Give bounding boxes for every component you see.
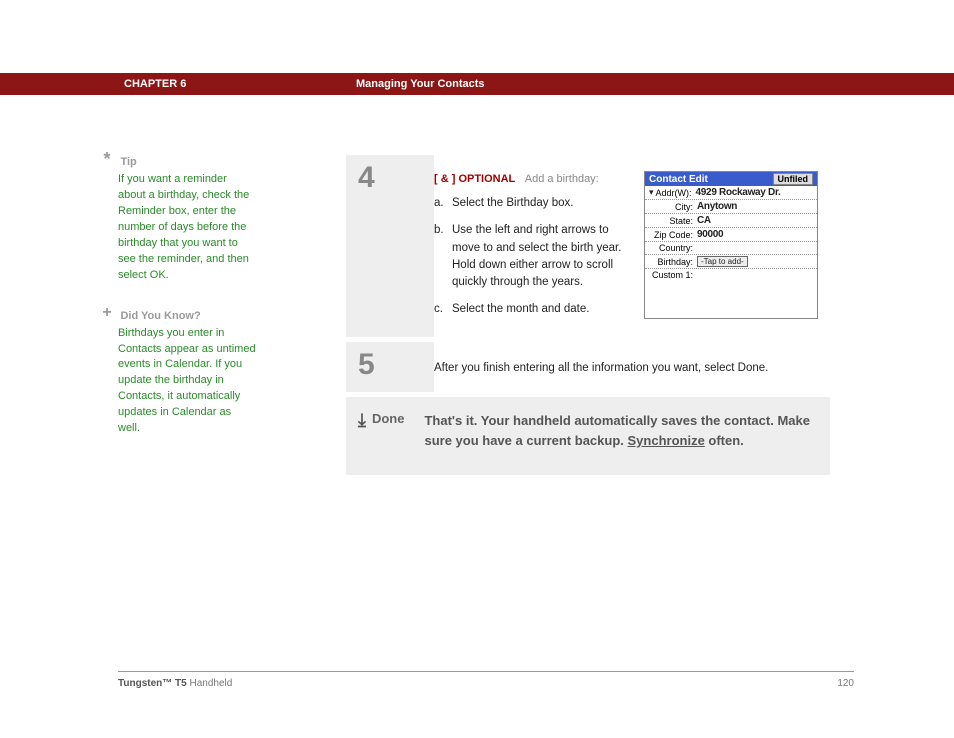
footer-rule xyxy=(118,671,854,672)
chapter-title: Managing Your Contacts xyxy=(356,78,485,90)
addr-label: Addr(W): xyxy=(656,188,696,198)
addr-value[interactable]: 4929 Rockaway Dr. xyxy=(696,187,781,198)
city-label: City: xyxy=(645,202,697,212)
page-number: 120 xyxy=(837,678,854,689)
country-row[interactable]: Country: xyxy=(645,242,817,255)
birthday-tap-to-add[interactable]: -Tap to add- xyxy=(697,256,748,267)
city-row[interactable]: City: Anytown xyxy=(645,200,817,214)
custom1-row[interactable]: Custom 1: xyxy=(645,269,817,281)
state-label: State: xyxy=(645,216,697,226)
chapter-label: CHAPTER 6 xyxy=(124,78,356,90)
substep-c: c.Select the month and date. xyxy=(434,301,630,318)
tip-heading: Tip xyxy=(120,156,136,168)
country-label: Country: xyxy=(645,243,697,253)
state-row[interactable]: State: CA xyxy=(645,214,817,228)
footer: Tungsten™ T5 Handheld 120 xyxy=(118,678,854,689)
step-4: 4 [ & ] OPTIONAL Add a birthday: a.Selec… xyxy=(346,155,830,337)
done-text: That's it. Your handheld automatically s… xyxy=(424,411,818,451)
footer-product: Tungsten™ T5 Handheld xyxy=(118,678,232,689)
did-you-know-block: + Did You Know? Birthdays you enter in C… xyxy=(98,306,256,438)
optional-lead: Add a birthday: xyxy=(519,173,599,185)
done-block: ⤓ Done That's it. Your handheld automati… xyxy=(346,397,830,475)
dropdown-icon[interactable]: ▾ xyxy=(649,187,654,198)
tip-block: * Tip If you want a reminder about a bir… xyxy=(98,152,256,284)
sidebar: * Tip If you want a reminder about a bir… xyxy=(98,152,256,459)
step-4-instructions: [ & ] OPTIONAL Add a birthday: a.Select … xyxy=(434,171,630,319)
state-value[interactable]: CA xyxy=(697,215,711,226)
substep-b: b.Use the left and right arrows to move … xyxy=(434,222,630,291)
did-you-know-heading: Did You Know? xyxy=(120,310,200,322)
done-label: Done xyxy=(372,411,405,426)
chapter-header: CHAPTER 6 Managing Your Contacts xyxy=(0,73,954,95)
main-content: 4 [ & ] OPTIONAL Add a birthday: a.Selec… xyxy=(346,155,830,475)
step-number: 5 xyxy=(358,348,375,382)
birthday-label: Birthday: xyxy=(645,257,697,267)
contact-edit-screenshot: Contact Edit Unfiled ▾ Addr(W): 4929 Roc… xyxy=(644,171,818,319)
zip-label: Zip Code: xyxy=(645,230,697,240)
city-value[interactable]: Anytown xyxy=(697,201,737,212)
addr-row[interactable]: ▾ Addr(W): 4929 Rockaway Dr. xyxy=(645,186,817,200)
asterisk-icon: * xyxy=(98,152,116,166)
did-you-know-body: Birthdays you enter in Contacts appear a… xyxy=(118,326,256,438)
plus-icon: + xyxy=(98,306,116,320)
zip-row[interactable]: Zip Code: 90000 xyxy=(645,228,817,242)
synchronize-link[interactable]: Synchronize xyxy=(628,433,705,448)
step-number: 4 xyxy=(358,161,375,195)
step-5-text: After you finish entering all the inform… xyxy=(434,358,818,374)
step-5: 5 After you finish entering all the info… xyxy=(346,342,830,392)
substep-a: a.Select the Birthday box. xyxy=(434,195,630,212)
zip-value[interactable]: 90000 xyxy=(697,229,723,240)
tip-body: If you want a reminder about a birthday,… xyxy=(118,172,256,284)
optional-tag: [ & ] OPTIONAL xyxy=(434,173,515,185)
done-arrow-icon: ⤓ xyxy=(358,412,366,428)
birthday-row[interactable]: Birthday: -Tap to add- xyxy=(645,255,817,269)
device-title: Contact Edit xyxy=(649,174,708,185)
custom1-label: Custom 1: xyxy=(645,270,697,280)
category-selector[interactable]: Unfiled xyxy=(773,173,814,185)
